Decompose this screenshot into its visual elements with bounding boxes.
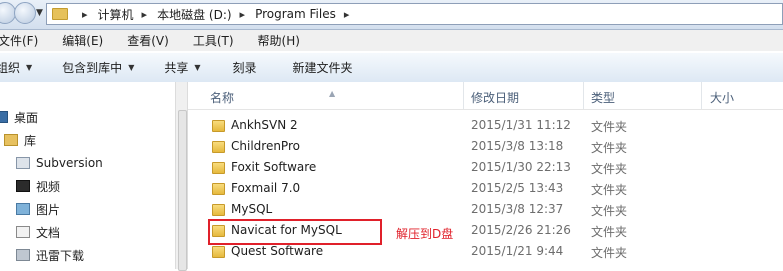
breadcrumb-drive-d[interactable]: 本地磁盘 (D:) ▸ <box>157 6 255 23</box>
crumb-separator-icon[interactable]: ▸ <box>240 8 246 21</box>
address-box[interactable]: ▸ 计算机 ▸ 本地磁盘 (D:) ▸ Program Files ▸ <box>46 3 783 25</box>
menu-edit[interactable]: 编辑(E) <box>62 32 103 49</box>
nav-subversion[interactable]: Subversion <box>16 152 103 174</box>
menu-help[interactable]: 帮助(H) <box>258 32 300 49</box>
menu-bar: 文件(F) 编辑(E) 查看(V) 工具(T) 帮助(H) <box>0 30 783 51</box>
scrollbar-thumb[interactable] <box>178 110 187 271</box>
column-header-size[interactable]: 大小 <box>710 89 734 106</box>
navigation-pane: 桌面 库 Subversion 视频 图片 文档 迅雷下载 <box>0 82 175 269</box>
column-divider[interactable] <box>701 82 702 109</box>
annotation-text: 解压到D盘 <box>396 227 454 241</box>
column-divider[interactable] <box>583 82 584 109</box>
folder-icon <box>52 8 68 20</box>
recent-pages-dropdown-icon[interactable]: ▼ <box>36 8 43 18</box>
column-header-name[interactable]: 名称 <box>210 89 234 106</box>
column-header-type[interactable]: 类型 <box>591 89 615 106</box>
crumb-separator-icon[interactable]: ▸ <box>344 8 350 21</box>
include-in-library-button[interactable]: 包含到库中 ▼ <box>62 59 134 76</box>
nav-desktop[interactable]: 桌面 <box>0 106 38 128</box>
breadcrumb-computer[interactable]: 计算机 ▸ <box>98 6 158 23</box>
navigation-scrollbar[interactable] <box>175 82 188 271</box>
menu-file[interactable]: 文件(F) <box>0 32 38 49</box>
forward-button[interactable] <box>14 2 36 24</box>
highlight-box <box>208 219 382 245</box>
folder-icon <box>212 183 225 195</box>
nav-pictures[interactable]: 图片 <box>16 198 60 220</box>
list-item[interactable]: ChildrenPro 2015/3/8 13:18 文件夹 <box>188 136 783 157</box>
chevron-down-icon: ▼ <box>128 63 135 72</box>
column-headers: 名称 ▲ 修改日期 类型 大小 <box>188 82 783 110</box>
address-bar-area: ▼ ▸ 计算机 ▸ 本地磁盘 (D:) ▸ Program Files ▸ <box>0 0 783 30</box>
menu-tools[interactable]: 工具(T) <box>193 32 234 49</box>
list-item[interactable]: MySQL 2015/3/8 12:37 文件夹 <box>188 199 783 220</box>
crumb-separator-icon[interactable]: ▸ <box>142 8 148 21</box>
sort-arrow-icon: ▲ <box>329 89 336 98</box>
folder-icon <box>212 162 225 174</box>
menu-view[interactable]: 查看(V) <box>127 32 169 49</box>
list-item[interactable]: AnkhSVN 2 2015/1/31 11:12 文件夹 <box>188 115 783 136</box>
library-icon <box>4 134 18 146</box>
folder-icon <box>16 249 30 261</box>
folder-icon <box>212 120 225 132</box>
crumb-separator-icon[interactable]: ▸ <box>82 8 88 21</box>
organize-button[interactable]: 组织 ▼ <box>0 59 32 76</box>
list-item[interactable]: Foxit Software 2015/1/30 22:13 文件夹 <box>188 157 783 178</box>
nav-documents[interactable]: 文档 <box>16 221 60 243</box>
chevron-down-icon: ▼ <box>26 63 33 72</box>
column-divider[interactable] <box>463 82 464 109</box>
document-icon <box>16 226 30 238</box>
folder-icon <box>212 204 225 216</box>
new-folder-button[interactable]: 新建文件夹 <box>293 59 353 76</box>
command-bar: 组织 ▼ 包含到库中 ▼ 共享 ▼ 刻录 新建文件夹 <box>0 52 783 83</box>
burn-button[interactable]: 刻录 <box>233 59 257 76</box>
folder-icon <box>212 246 225 258</box>
column-header-date[interactable]: 修改日期 <box>471 89 519 106</box>
chevron-down-icon: ▼ <box>194 63 201 72</box>
list-item[interactable]: Foxmail 7.0 2015/2/5 13:43 文件夹 <box>188 178 783 199</box>
folder-icon <box>212 141 225 153</box>
video-icon <box>16 180 30 192</box>
library-icon <box>16 157 30 169</box>
picture-icon <box>16 203 30 215</box>
share-button[interactable]: 共享 ▼ <box>164 59 200 76</box>
desktop-icon <box>0 111 8 123</box>
breadcrumb-program-files[interactable]: Program Files ▸ <box>255 7 359 21</box>
nav-thunder-downloads[interactable]: 迅雷下载 <box>16 244 84 266</box>
nav-libraries[interactable]: 库 <box>4 129 36 151</box>
nav-videos[interactable]: 视频 <box>16 175 60 197</box>
